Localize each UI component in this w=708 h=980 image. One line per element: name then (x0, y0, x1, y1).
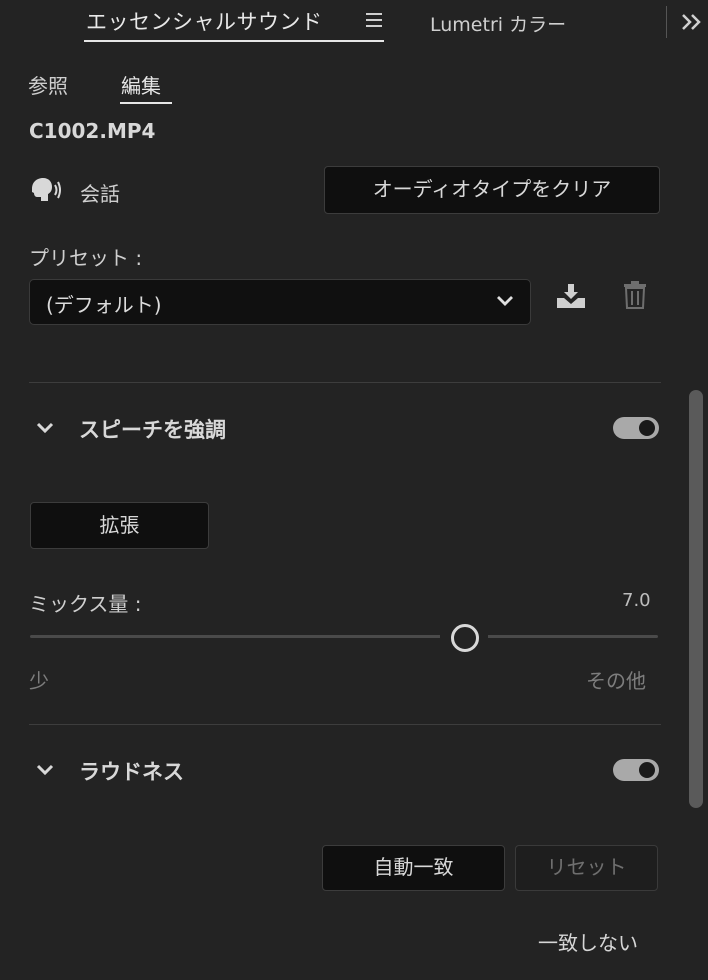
double-chevron-right-icon[interactable] (680, 12, 704, 36)
enhance-speech-toggle[interactable] (613, 417, 659, 439)
expand-button[interactable]: 拡張 (30, 502, 209, 549)
subtab-edit[interactable]: 編集 (121, 70, 161, 99)
loudness-toggle[interactable] (613, 759, 659, 781)
reset-button[interactable]: リセット (515, 845, 658, 891)
audio-type-label: 会話 (80, 182, 120, 206)
loudness-title[interactable]: ラウドネス (79, 756, 184, 786)
clip-name: C1002.MP4 (29, 119, 156, 143)
match-status: 一致しない (538, 931, 638, 955)
section-divider (29, 724, 661, 725)
trash-icon[interactable] (622, 280, 648, 310)
slider-min-label: 少 (29, 669, 49, 693)
preset-select[interactable]: (デフォルト) (29, 279, 531, 325)
auto-match-button[interactable]: 自動一致 (322, 845, 505, 891)
toggle-knob (639, 420, 655, 436)
section-divider (29, 382, 661, 383)
tab-essential-sound[interactable]: エッセンシャルサウンド (86, 6, 323, 36)
chevron-down-icon (496, 292, 514, 310)
chevron-down-icon[interactable] (36, 762, 54, 776)
enhance-speech-title[interactable]: スピーチを強調 (79, 414, 226, 444)
preset-value: (デフォルト) (46, 293, 162, 317)
chevron-down-icon[interactable] (36, 420, 54, 434)
tab-lumetri-color[interactable]: Lumetri カラー (430, 10, 566, 37)
subtab-browse[interactable]: 参照 (28, 70, 68, 99)
mix-amount-value: 7.0 (622, 590, 651, 611)
mix-slider-thumb[interactable] (451, 624, 479, 652)
toggle-knob (639, 762, 655, 778)
clear-audio-type-button[interactable]: オーディオタイプをクリア (324, 166, 660, 214)
slider-max-label: その他 (586, 669, 646, 693)
active-tab-indicator (84, 40, 384, 42)
speaking-head-icon (29, 177, 63, 203)
mix-slider-track[interactable] (30, 635, 658, 638)
save-preset-icon[interactable] (555, 282, 587, 310)
mix-amount-label: ミックス量 : (29, 592, 142, 616)
preset-label: プリセット : (29, 246, 143, 270)
hamburger-icon[interactable] (366, 13, 382, 27)
tab-separator (666, 6, 667, 38)
scrollbar-thumb[interactable] (689, 390, 703, 808)
subtab-edit-indicator (120, 102, 172, 104)
